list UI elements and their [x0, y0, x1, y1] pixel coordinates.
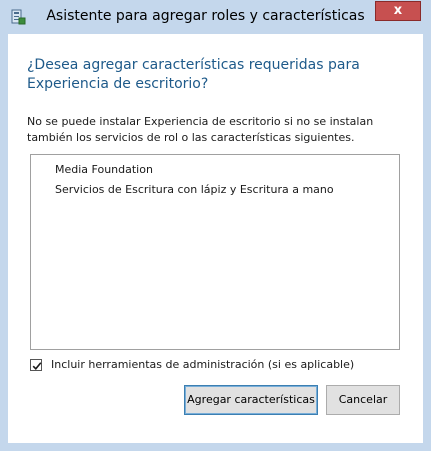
cancel-button[interactable]: Cancelar	[326, 385, 400, 415]
close-button[interactable]: x	[375, 1, 421, 21]
dialog-content: ¿Desea agregar características requerida…	[8, 34, 423, 443]
header-panel: ¿Desea agregar características requerida…	[8, 34, 423, 106]
required-features-list[interactable]: Media Foundation Servicios de Escritura …	[30, 154, 400, 350]
dialog-window: Asistente para agregar roles y caracterí…	[0, 0, 431, 451]
list-item: Media Foundation	[55, 163, 153, 176]
window-title: Asistente para agregar roles y caracterí…	[46, 8, 365, 24]
include-tools-label[interactable]: Incluir herramientas de administración (…	[51, 358, 354, 371]
list-item: Servicios de Escritura con lápiz y Escri…	[55, 183, 334, 196]
description-text: No se puede instalar Experiencia de escr…	[27, 115, 374, 144]
add-features-button[interactable]: Agregar características	[184, 385, 318, 415]
checkmark-icon	[32, 362, 42, 370]
include-tools-checkbox[interactable]	[30, 359, 42, 371]
dialog-heading: ¿Desea agregar características requerida…	[27, 57, 360, 92]
title-bar[interactable]: Asistente para agregar roles y caracterí…	[0, 0, 431, 34]
server-manager-icon	[10, 9, 26, 25]
